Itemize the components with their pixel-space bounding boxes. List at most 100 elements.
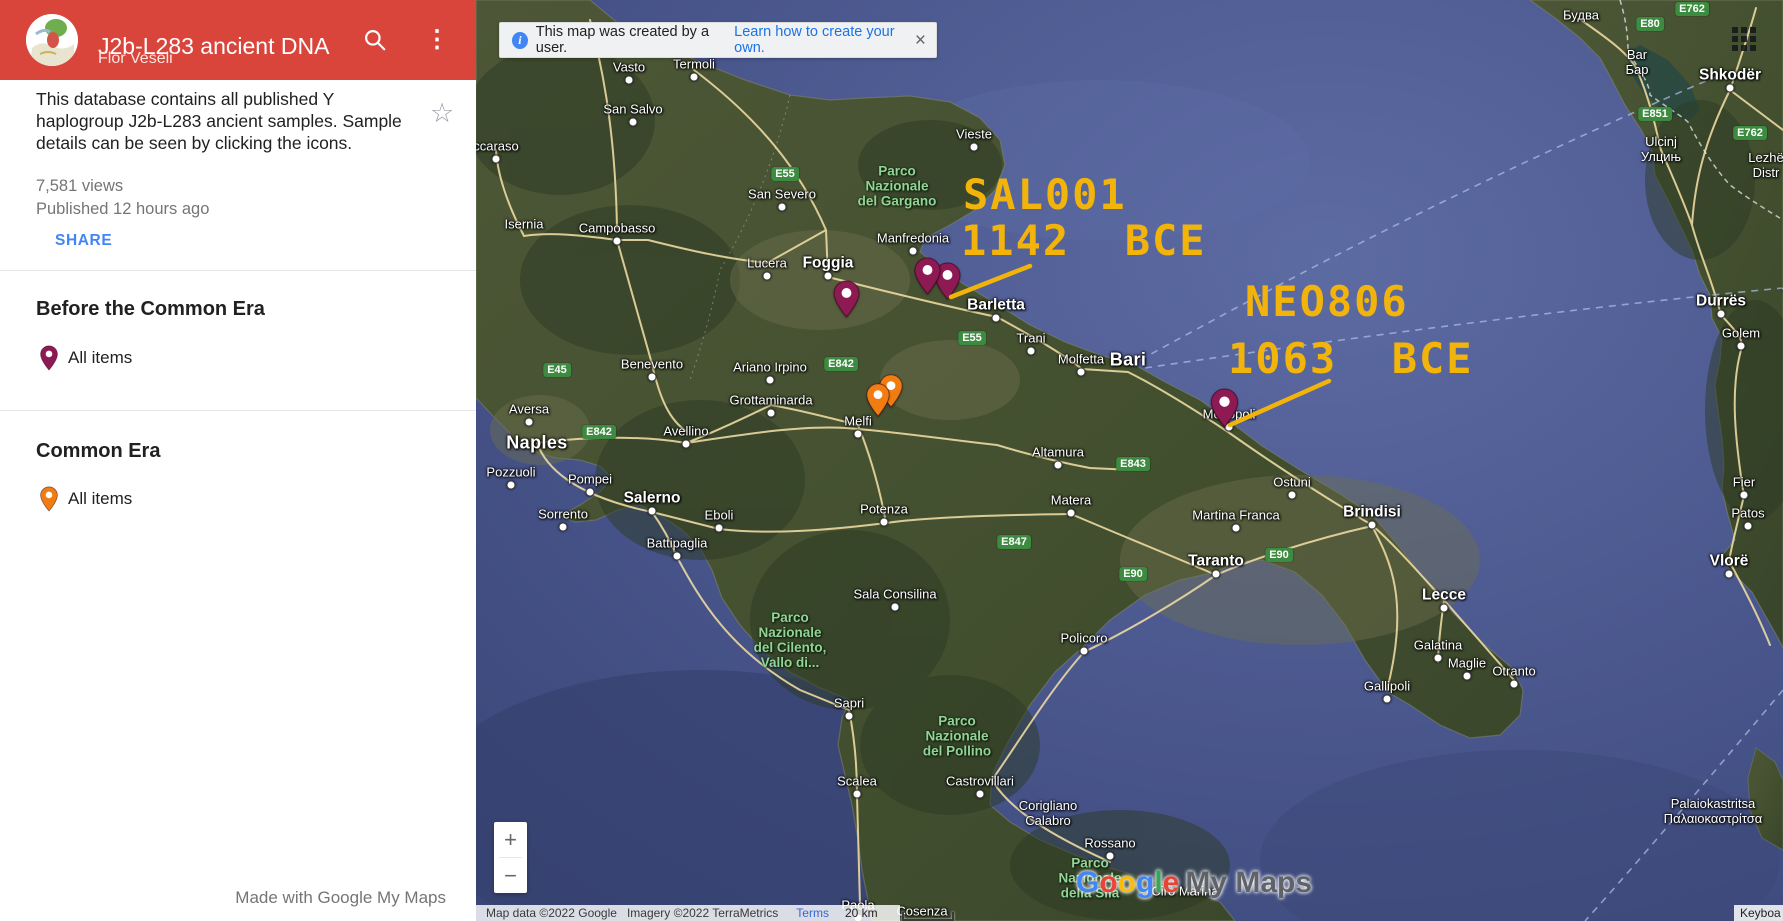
city-dot <box>765 375 775 385</box>
city-label: Gallipoli <box>1363 678 1411 694</box>
section-heading-bce: Before the Common Era <box>36 298 265 320</box>
city-dot <box>1739 490 1749 500</box>
city-label: Avellino <box>663 423 709 439</box>
section-heading-ce: Common Era <box>36 440 161 462</box>
city-label: Pompei <box>567 471 613 487</box>
park-label: Parco Nazionale del Pollino <box>922 713 992 759</box>
apps-grid-icon[interactable] <box>1732 27 1756 51</box>
city-dot <box>524 417 534 427</box>
city-dot <box>844 711 854 721</box>
search-icon[interactable] <box>362 27 388 53</box>
city-label: Lecce <box>1422 586 1466 604</box>
map-pin-bce[interactable] <box>1210 388 1239 428</box>
road-badge-e842: E842 <box>582 425 616 439</box>
map-pin-ce[interactable] <box>866 383 890 417</box>
zoom-out-button[interactable]: − <box>494 858 527 893</box>
sample-annotation-text: NEO806 <box>1245 277 1409 326</box>
google-my-maps-watermark: Google My Maps <box>1076 866 1312 900</box>
city-dot <box>558 522 568 532</box>
city-label: Bari <box>1109 349 1147 370</box>
city-label: Fier <box>1732 474 1756 490</box>
banner-learn-link[interactable]: Learn how to create your own. <box>734 24 915 56</box>
city-label: San Severo <box>748 186 816 202</box>
city-label: Будва <box>1563 7 1599 23</box>
city-label: Policoro <box>1060 630 1108 646</box>
city-dot <box>908 246 918 256</box>
city-dot <box>1066 508 1076 518</box>
city-dot <box>624 75 634 85</box>
legend-item-bce-all-items[interactable]: All items <box>40 345 132 371</box>
scale-label: 20 km <box>844 906 878 920</box>
map-pin-bce[interactable] <box>913 257 941 295</box>
road-badge-e80: E80 <box>1636 17 1664 31</box>
city-dot <box>852 789 862 799</box>
city-label: Manfredonia <box>876 230 950 246</box>
star-icon[interactable]: ☆ <box>430 98 454 129</box>
map-canvas[interactable]: Будва Bar Бар Shkodër Ulcinj Улцињ Lezhë Dis… <box>476 0 1783 921</box>
map-data-credit: Map data ©2022 Google <box>486 906 617 920</box>
city-dot <box>762 271 772 281</box>
overflow-menu-icon[interactable]: ⋮ <box>424 27 450 53</box>
city-dot <box>1076 367 1086 377</box>
road-badge-e90: E90 <box>1265 548 1293 562</box>
zoom-control: + − <box>494 822 527 893</box>
city-dot <box>672 551 682 561</box>
city-label: Sapri <box>833 695 865 711</box>
legend-item-ce-all-items[interactable]: All items <box>40 486 132 512</box>
legend-label: All items <box>68 348 133 367</box>
city-label: Martina Franca <box>1192 507 1280 523</box>
road-badge-e842: E842 <box>824 357 858 371</box>
city-dot <box>879 517 889 527</box>
my-maps-label: My Maps <box>1185 866 1313 899</box>
city-dot <box>1716 309 1726 319</box>
road-badge-e762: E762 <box>1733 126 1767 140</box>
city-dot <box>1725 83 1735 93</box>
terms-link[interactable]: Terms <box>796 906 829 920</box>
published-timestamp: Published 12 hours ago <box>36 200 210 218</box>
zoom-in-button[interactable]: + <box>494 822 527 857</box>
city-label: Corigliano Calabro <box>1018 798 1078 828</box>
city-dot <box>681 439 691 449</box>
city-dot <box>1287 490 1297 500</box>
city-dot <box>1462 671 1472 681</box>
city-label: Palaiokastritsa Παλαιοκαστρίτσα <box>1663 796 1763 826</box>
sidebar-header: J2b-L283 ancient DNA Flor Veseli ⋮ <box>0 0 476 80</box>
city-dot <box>1367 520 1377 530</box>
map-avatar <box>26 14 78 66</box>
city-label: Lucera <box>747 255 787 271</box>
city-label: Aversa <box>508 401 550 417</box>
city-dot <box>991 313 1001 323</box>
city-dot <box>491 154 501 164</box>
city-dot <box>975 789 985 799</box>
city-dot <box>689 72 699 82</box>
city-label: Matera <box>1050 492 1092 508</box>
imagery-credit: Imagery ©2022 TerraMetrics <box>626 906 779 920</box>
city-label: Ariano Irpino <box>733 359 807 375</box>
keyboard-shortcuts-chip[interactable]: Keyboa <box>1734 905 1783 921</box>
city-dot <box>647 506 657 516</box>
divider <box>0 270 476 271</box>
city-label: Ulcinj Улцињ <box>1640 134 1682 164</box>
road-badge-e55: E55 <box>958 331 986 345</box>
city-dot <box>506 480 516 490</box>
banner-close-icon[interactable]: × <box>915 31 926 50</box>
city-label: Campobasso <box>578 220 656 236</box>
attribution-bar: Map data ©2022 Google Imagery ©2022 Terr… <box>476 905 900 921</box>
share-button[interactable]: SHARE <box>55 232 112 250</box>
sample-annotation-text: SAL001 <box>963 170 1127 219</box>
city-label: Bar Бар <box>1625 47 1649 77</box>
scale-bar <box>902 912 954 921</box>
city-dot <box>969 142 979 152</box>
city-label: Sala Consilina <box>853 586 937 602</box>
city-dot <box>1079 646 1089 656</box>
city-label: Vieste <box>956 126 992 142</box>
park-label: Parco Nazionale del Cilento, Vallo di... <box>753 610 827 670</box>
city-label: Grottaminarda <box>729 392 813 408</box>
city-label: Vlorë <box>1709 552 1749 570</box>
city-label: Eboli <box>704 507 734 523</box>
sidebar: J2b-L283 ancient DNA Flor Veseli ⋮ ☆ Thi… <box>0 0 476 921</box>
city-label: Pozzuoli <box>486 464 536 480</box>
map-pin-bce[interactable] <box>832 280 860 318</box>
city-label: ccaraso <box>476 138 519 154</box>
city-label: Otranto <box>1492 663 1536 679</box>
